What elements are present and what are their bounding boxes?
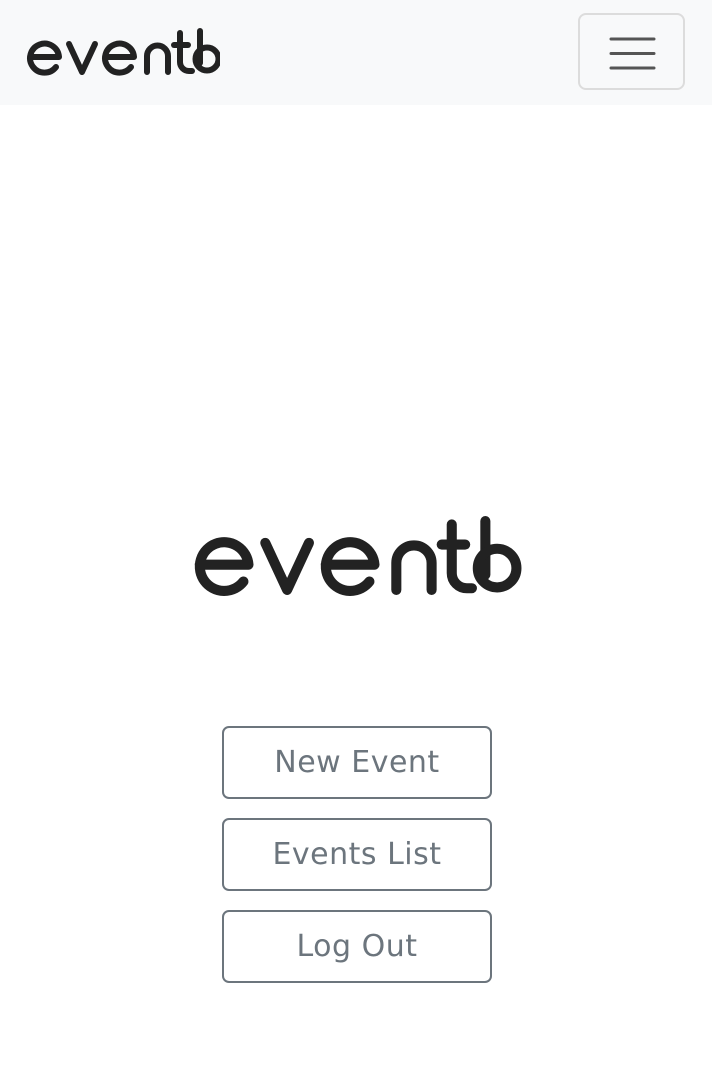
eventb-logo[interactable]: [26, 28, 220, 78]
navbar: [0, 0, 712, 105]
eventb-hero-logo: [194, 516, 522, 596]
new-event-button[interactable]: New Event: [222, 726, 492, 799]
events-list-button[interactable]: Events List: [222, 818, 492, 891]
navbar-toggle-button[interactable]: [578, 13, 685, 90]
action-buttons: New Event Events List Log Out: [222, 726, 492, 1002]
hamburger-menu-icon: [609, 37, 656, 70]
log-out-button[interactable]: Log Out: [222, 910, 492, 983]
